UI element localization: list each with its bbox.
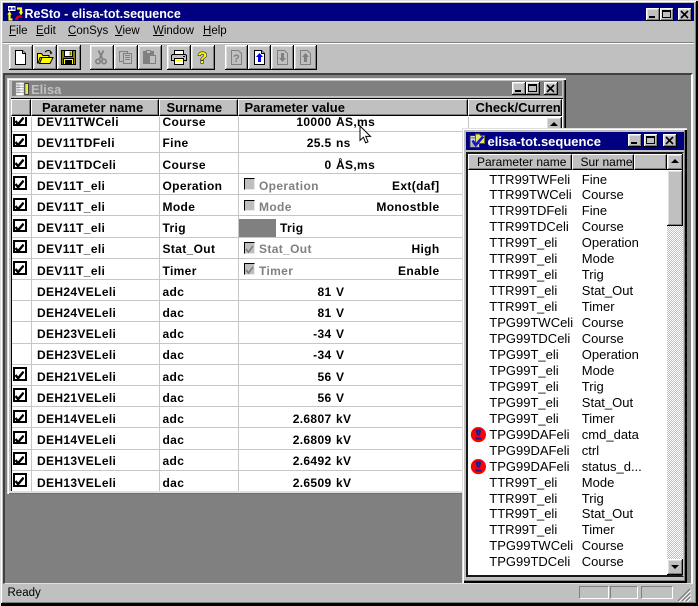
svg-text:?: ? xyxy=(233,53,240,65)
svg-text:?: ? xyxy=(198,50,208,66)
